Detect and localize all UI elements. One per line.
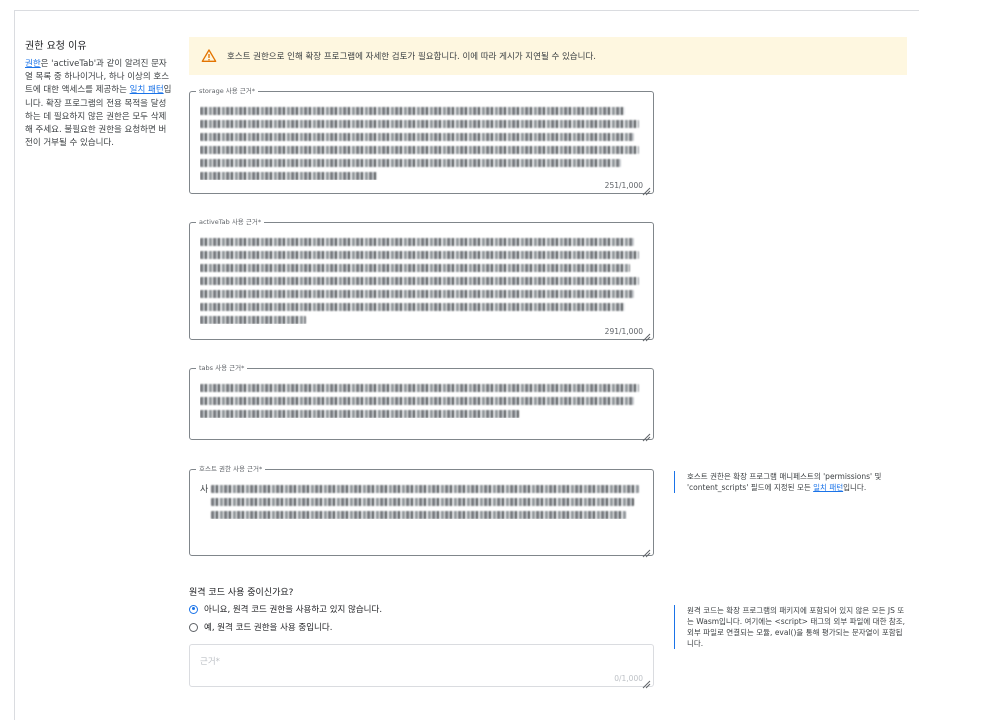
field-label: tabs 사용 근거* <box>196 364 248 373</box>
field-text <box>200 233 643 324</box>
permissions-link[interactable]: 권한 <box>25 59 41 69</box>
left-divider <box>14 10 15 720</box>
section-title: 권한 요청 이유 <box>25 41 87 52</box>
char-count: 251/1,000 <box>604 181 643 190</box>
top-divider <box>14 10 919 11</box>
field-placeholder: 근거* <box>200 657 220 667</box>
option-label: 아니요, 원격 코드 권한을 사용하고 있지 않습니다. <box>204 605 383 615</box>
warning-icon <box>201 48 217 64</box>
option-label: 예, 원격 코드 권한을 사용 중입니다. <box>204 623 333 633</box>
remote-code-yes-option[interactable]: 예, 원격 코드 권한을 사용 중입니다. <box>189 621 332 633</box>
field-text <box>200 102 643 180</box>
host-permission-note: 호스트 권한은 확장 프로그램 매니페스트의 'permissions' 및 '… <box>674 471 906 493</box>
permission-reason-section: 권한 요청 이유 권한은 'activeTab'과 같이 알려진 문자열 목록 … <box>25 37 173 150</box>
warning-banner: 호스트 권한으로 인해 확장 프로그램에 자세한 검토가 필요합니다. 이에 따… <box>189 37 907 75</box>
warning-text: 호스트 권한으로 인해 확장 프로그램에 자세한 검토가 필요합니다. 이에 따… <box>227 52 596 62</box>
activetab-justification-field[interactable]: activeTab 사용 근거* 291/1,000 <box>189 218 654 342</box>
tabs-justification-field[interactable]: tabs 사용 근거* <box>189 364 654 442</box>
field-first-char: 사 <box>200 485 209 495</box>
field-label: 호스트 권한 사용 근거* <box>196 465 266 474</box>
remote-code-question: 원격 코드 사용 중이신가요? <box>189 588 294 598</box>
field-text: 사 <box>200 480 643 519</box>
radio-selected-icon[interactable] <box>189 604 198 614</box>
radio-unselected-icon[interactable] <box>189 622 198 632</box>
field-text <box>200 379 643 418</box>
resize-handle-icon[interactable] <box>641 427 651 442</box>
remote-code-note: 원격 코드는 확장 프로그램의 패키지에 포함되어 있지 않은 모든 JS 또는… <box>674 605 906 649</box>
remote-code-no-option[interactable]: 아니요, 원격 코드 권한을 사용하고 있지 않습니다. <box>189 603 382 615</box>
resize-handle-icon[interactable] <box>641 674 651 689</box>
match-pattern-link[interactable]: 일치 패턴 <box>813 483 843 492</box>
match-pattern-link[interactable]: 일치 패턴 <box>130 85 164 95</box>
field-label: activeTab 사용 근거* <box>196 218 265 227</box>
resize-handle-icon[interactable] <box>641 327 651 342</box>
char-count: 291/1,000 <box>604 327 643 336</box>
resize-handle-icon[interactable] <box>641 543 651 558</box>
field-label: storage 사용 근거* <box>196 87 258 96</box>
host-permission-justification-field[interactable]: 호스트 권한 사용 근거* 사 <box>189 465 654 558</box>
storage-justification-field[interactable]: storage 사용 근거* 251/1,000 <box>189 87 654 196</box>
remote-code-justification-field[interactable]: 근거* 0/1,000 <box>189 644 654 689</box>
char-count: 0/1,000 <box>614 674 643 683</box>
section-description: 권한은 'activeTab'과 같이 알려진 문자열 목록 중 하나이거나, … <box>25 59 172 149</box>
resize-handle-icon[interactable] <box>641 181 651 196</box>
